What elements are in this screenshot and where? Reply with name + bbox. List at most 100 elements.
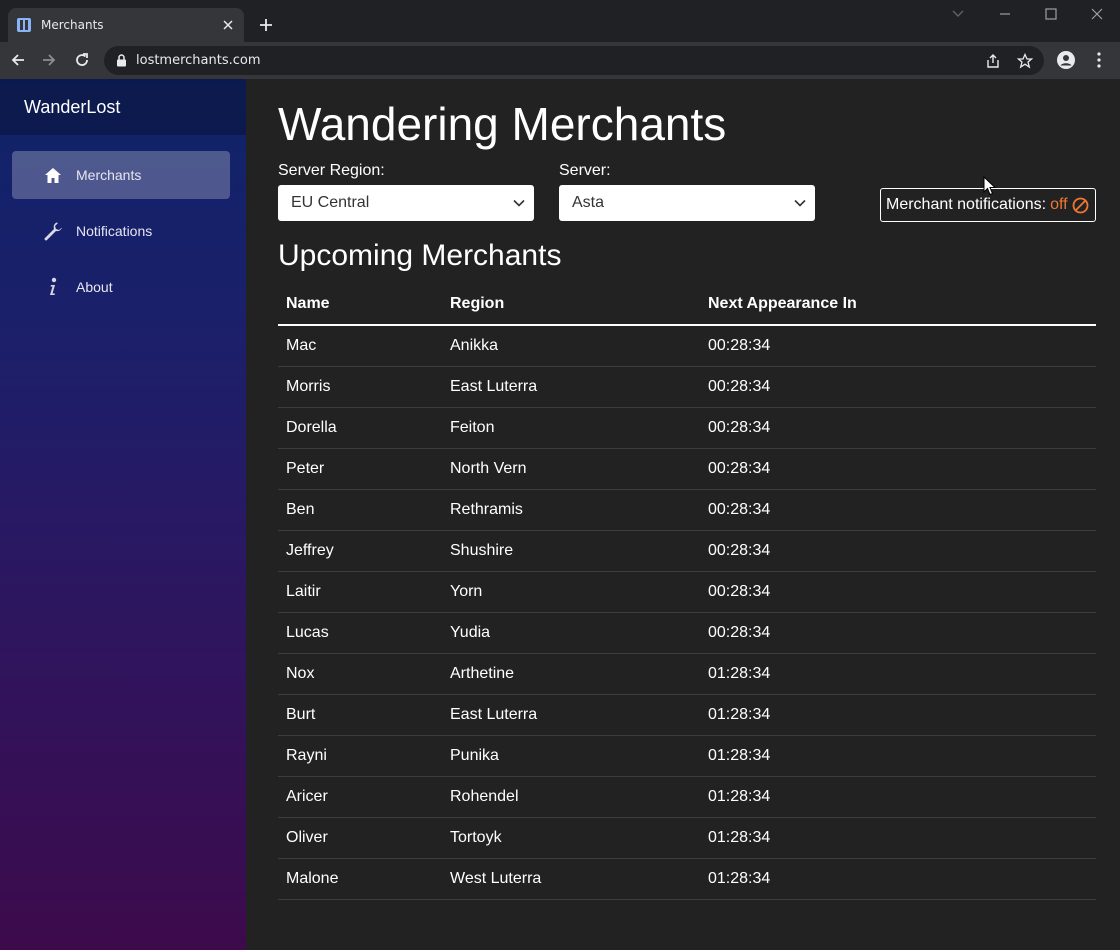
merchant-region: Rethramis bbox=[442, 489, 700, 531]
merchant-region: Punika bbox=[442, 735, 700, 777]
star-icon[interactable] bbox=[1016, 52, 1034, 70]
table-row: Jeffrey Shushire 00:28:34 bbox=[278, 530, 1096, 572]
table-row: Morris East Luterra 00:28:34 bbox=[278, 366, 1096, 408]
home-icon bbox=[42, 164, 64, 186]
sidebar-item-notifications[interactable]: Notifications bbox=[12, 207, 230, 255]
next-appearance-time: 01:28:34 bbox=[700, 817, 1096, 859]
merchant-name: Morris bbox=[278, 366, 442, 408]
next-appearance-time: 01:28:34 bbox=[700, 776, 1096, 818]
brand-title[interactable]: WanderLost bbox=[0, 79, 246, 135]
table-row: Oliver Tortoyk 01:28:34 bbox=[278, 817, 1096, 859]
sidebar-nav: Merchants Notifications About bbox=[0, 135, 246, 311]
next-appearance-time: 01:28:34 bbox=[700, 735, 1096, 777]
close-window-icon[interactable] bbox=[1085, 4, 1109, 24]
merchant-name: Ben bbox=[278, 489, 442, 531]
sidebar-item-label: Notifications bbox=[76, 223, 153, 239]
table-row: Laitir Yorn 00:28:34 bbox=[278, 571, 1096, 613]
server-region-value: EU Central bbox=[291, 194, 370, 211]
merchant-region: East Luterra bbox=[442, 694, 700, 736]
next-appearance-time: 00:28:34 bbox=[700, 571, 1096, 613]
table-row: Rayni Punika 01:28:34 bbox=[278, 735, 1096, 777]
chevron-down-icon bbox=[504, 199, 534, 207]
table-row: Dorella Feiton 00:28:34 bbox=[278, 407, 1096, 449]
page-title: Wandering Merchants bbox=[278, 98, 727, 150]
merchant-notifications-button[interactable]: Merchant notifications: off bbox=[880, 188, 1096, 222]
merchant-region: East Luterra bbox=[442, 366, 700, 408]
merchant-region: Shushire bbox=[442, 530, 700, 572]
merchant-name: Oliver bbox=[278, 817, 442, 859]
merchant-name: Jeffrey bbox=[278, 530, 442, 572]
share-icon[interactable] bbox=[984, 52, 1002, 70]
merchant-name: Burt bbox=[278, 694, 442, 736]
table-row: Mac Anikka 00:28:34 bbox=[278, 325, 1096, 367]
next-appearance-time: 00:28:34 bbox=[700, 489, 1096, 531]
table-row: Nox Arthetine 01:28:34 bbox=[278, 653, 1096, 695]
merchant-region: Yudia bbox=[442, 612, 700, 654]
column-header-region: Region bbox=[442, 283, 700, 326]
next-appearance-time: 00:28:34 bbox=[700, 325, 1096, 367]
merchant-name: Aricer bbox=[278, 776, 442, 818]
prohibited-icon bbox=[1072, 197, 1089, 214]
wrench-icon bbox=[42, 220, 64, 242]
next-appearance-time: 00:28:34 bbox=[700, 612, 1096, 654]
next-appearance-time: 01:28:34 bbox=[700, 858, 1096, 900]
sidebar-item-merchants[interactable]: Merchants bbox=[12, 151, 230, 199]
sidebar-item-label: Merchants bbox=[76, 167, 142, 183]
table-row: Malone West Luterra 01:28:34 bbox=[278, 858, 1096, 900]
kebab-menu-icon[interactable] bbox=[1087, 48, 1111, 72]
merchant-region: North Vern bbox=[442, 448, 700, 490]
merchant-name: Malone bbox=[278, 858, 442, 900]
next-appearance-time: 01:28:34 bbox=[700, 694, 1096, 736]
close-icon[interactable] bbox=[220, 17, 236, 33]
merchant-name: Mac bbox=[278, 325, 442, 367]
table-row: Ben Rethramis 00:28:34 bbox=[278, 489, 1096, 531]
next-appearance-time: 00:28:34 bbox=[700, 530, 1096, 572]
next-appearance-time: 00:28:34 bbox=[700, 366, 1096, 408]
merchant-region: Feiton bbox=[442, 407, 700, 449]
table-row: Lucas Yudia 00:28:34 bbox=[278, 612, 1096, 654]
merchant-region: West Luterra bbox=[442, 858, 700, 900]
merchant-region: Tortoyk bbox=[442, 817, 700, 859]
chevron-down-icon bbox=[785, 199, 815, 207]
sidebar-item-label: About bbox=[76, 279, 113, 295]
sidebar-item-about[interactable]: About bbox=[12, 263, 230, 311]
sidebar: WanderLost Merchants Notifications About bbox=[0, 79, 246, 950]
merchant-name: Peter bbox=[278, 448, 442, 490]
browser-tab-strip: Merchants bbox=[0, 0, 1120, 42]
maximize-icon[interactable] bbox=[1039, 4, 1063, 24]
chevron-down-icon[interactable] bbox=[946, 4, 970, 24]
page-favicon bbox=[16, 17, 32, 33]
column-header-name: Name bbox=[278, 283, 442, 326]
column-header-next-appearance: Next Appearance In bbox=[700, 283, 1096, 326]
plus-icon[interactable] bbox=[254, 13, 278, 37]
merchant-region: Anikka bbox=[442, 325, 700, 367]
table-row: Burt East Luterra 01:28:34 bbox=[278, 694, 1096, 736]
address-bar[interactable]: lostmerchants.com bbox=[104, 46, 1044, 75]
merchant-name: Dorella bbox=[278, 407, 442, 449]
server-label: Server: bbox=[559, 162, 611, 179]
next-appearance-time: 00:28:34 bbox=[700, 448, 1096, 490]
merchant-name: Laitir bbox=[278, 571, 442, 613]
server-region-select[interactable]: EU Central bbox=[278, 185, 534, 221]
merchants-table: Name Region Next Appearance In Mac Anikka… bbox=[278, 283, 1096, 900]
table-row: Peter North Vern 00:28:34 bbox=[278, 448, 1096, 490]
back-arrow-icon[interactable] bbox=[6, 48, 30, 72]
minimize-icon[interactable] bbox=[993, 4, 1017, 24]
page-content: WanderLost Merchants Notifications About bbox=[0, 79, 1120, 950]
section-title: Upcoming Merchants bbox=[278, 239, 562, 272]
table-header-row: Name Region Next Appearance In bbox=[278, 283, 1096, 326]
reload-icon[interactable] bbox=[70, 48, 94, 72]
server-select[interactable]: Asta bbox=[559, 185, 815, 221]
merchant-region: Arthetine bbox=[442, 653, 700, 695]
merchant-region: Yorn bbox=[442, 571, 700, 613]
tab-title: Merchants bbox=[41, 18, 104, 32]
server-region-label: Server Region: bbox=[278, 162, 385, 179]
table-row: Aricer Rohendel 01:28:34 bbox=[278, 776, 1096, 818]
lock-icon bbox=[116, 54, 128, 68]
profile-icon[interactable] bbox=[1054, 48, 1078, 72]
server-value: Asta bbox=[572, 194, 605, 211]
merchant-name: Nox bbox=[278, 653, 442, 695]
forward-arrow-icon[interactable] bbox=[37, 48, 61, 72]
next-appearance-time: 01:28:34 bbox=[700, 653, 1096, 695]
browser-tab[interactable]: Merchants bbox=[8, 8, 244, 42]
